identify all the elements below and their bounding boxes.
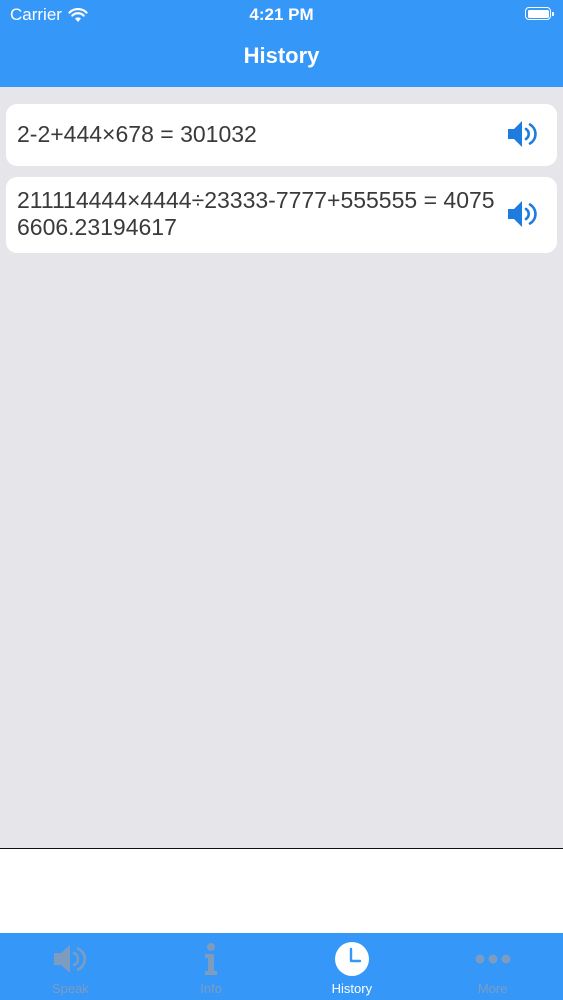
tab-label: Speak	[51, 981, 89, 996]
tab-label: History	[331, 981, 373, 996]
tab-history[interactable]: History	[282, 933, 423, 1000]
tab-bar: Speak Info History More	[0, 933, 563, 1000]
speak-button[interactable]	[503, 114, 543, 154]
speaker-icon	[508, 121, 537, 147]
more-dots-icon	[475, 954, 511, 964]
status-time: 4:21 PM	[249, 5, 314, 24]
history-item-text: 211114444×4444÷23333-7777+555555 = 40756…	[17, 187, 495, 240]
status-bar: Carrier 4:21 PM	[0, 0, 563, 30]
page-title: History	[243, 43, 320, 68]
info-icon	[205, 943, 218, 975]
speak-button[interactable]	[503, 194, 543, 234]
tab-speak[interactable]: Speak	[0, 933, 141, 1000]
tab-label: More	[477, 981, 508, 996]
clock-icon	[334, 942, 369, 976]
history-list: 2-2+444×678 = 301032 211114444×4444÷2333…	[6, 104, 557, 264]
speaker-icon	[508, 201, 537, 227]
history-item[interactable]: 2-2+444×678 = 301032	[6, 104, 557, 166]
battery-icon	[525, 7, 554, 20]
history-item[interactable]: 211114444×4444÷23333-7777+555555 = 40756…	[6, 177, 557, 253]
speaker-icon	[54, 945, 87, 973]
ad-area	[0, 848, 563, 934]
tab-info[interactable]: Info	[141, 933, 282, 1000]
tab-label: Info	[200, 981, 222, 996]
tab-more[interactable]: More	[422, 933, 563, 1000]
history-item-text: 2-2+444×678 = 301032	[17, 120, 257, 147]
header: Carrier 4:21 PM History	[0, 0, 563, 87]
